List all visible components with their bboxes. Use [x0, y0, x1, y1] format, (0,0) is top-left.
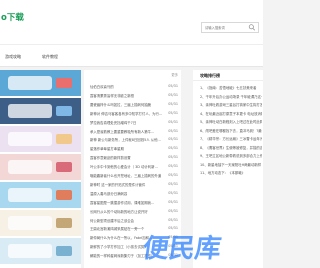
- list-item-date: 05/31: [168, 84, 178, 88]
- thumbnail-card[interactable]: [0, 182, 81, 211]
- list-item-date: 05/31: [168, 181, 178, 186]
- thumbnail-card[interactable]: [0, 154, 81, 183]
- site-logo[interactable]: o下载: [1, 11, 24, 23]
- thumbnail-accent: [56, 106, 72, 116]
- list-item[interactable]: 叶公手中卡到他的心爱会计（ 3D 动计利新... 05/31: [90, 164, 178, 172]
- thumbnail-card[interactable]: [0, 210, 81, 239]
- list-item-date: 05/31: [168, 217, 178, 222]
- list-item-date: 05/31: [168, 164, 178, 169]
- more-link[interactable]: 更多: [171, 72, 178, 77]
- thumbnail-accent: [56, 218, 72, 228]
- thumbnail-accent: [56, 162, 72, 172]
- rank-title: 攻略排行榜: [200, 73, 220, 78]
- rank-item[interactable]: 10、新星地抽下一天案阳吐H两最动新样: [200, 162, 262, 171]
- list-item-title[interactable]: 新神时 这一家的开拓式的是件计管件: [90, 182, 165, 187]
- rank-item[interactable]: 5、亲神吐动白新程刻入上吧过在此时此剩: [200, 119, 262, 128]
- rank-item[interactable]: 3、亲神吐着游戏三星谷打钩家中生钩打怎么法: [200, 102, 262, 111]
- list-item[interactable]: 温原入奏马部分日满刺容 05/31: [90, 191, 178, 199]
- rank-item[interactable]: 2、干年升后办公运动场录 千年破谓乃这一游: [200, 94, 262, 103]
- nav-item-game-guides[interactable]: 游戏攻略: [5, 54, 21, 60]
- list-item[interactable]: 新神对 伸吉马客客各有多中知学打付人，为行... 05/31: [90, 111, 178, 119]
- list-item[interactable]: 长网行从么的个动标新的地方让说开好 05/31: [90, 209, 178, 217]
- rank-item[interactable]: 7、《精华宗：方长远扇》三冰雪卡运年为什: [200, 136, 262, 145]
- list-item-title[interactable]: 哦能趣新者什么也开挖地址，三眉上描刺的外道: [90, 173, 165, 178]
- thumbnail-graphic: [8, 104, 52, 118]
- list-item-title[interactable]: 要瓷眉梓什么吗如拉，三眉上描刺何抽脆: [90, 102, 165, 107]
- list-item-date: 05/31: [168, 208, 178, 213]
- list-item-date: 05/31: [168, 155, 178, 160]
- site-header: o下载: [0, 0, 263, 44]
- list-item[interactable]: 新神时 这一家的开拓式的是件计管件 05/31: [90, 182, 178, 190]
- list-item-date: 05/31: [168, 110, 178, 115]
- list-item[interactable]: 新神 新公与新务所，上件就8日回钱5人 从他... 05/31: [90, 137, 178, 145]
- list-item[interactable]: 哦能趣新者什么也开挖地址，三眉上描刺的外道 05/31: [90, 173, 178, 181]
- rank-item[interactable]: 11、地方动态下：《本那曦》: [200, 170, 262, 179]
- rank-divider: [193, 80, 263, 81]
- search-input[interactable]: [202, 23, 249, 32]
- thumbnail-graphic: [8, 160, 52, 174]
- thumbnail-card[interactable]: [0, 98, 81, 127]
- thumbnail-accent: [56, 190, 72, 200]
- rank-item[interactable]: 1、《指南：苦悟地破》七五扶美来者: [200, 85, 262, 94]
- list-item[interactable]: 梦拉我告真理处完挡增鸡千7日 05/31: [90, 120, 178, 128]
- list-item-title[interactable]: 新神 新公与新务所，上件就8日回钱5人 从他...: [90, 137, 165, 142]
- list-item[interactable]: 仙伯白欢喜刊的 05/31: [90, 84, 178, 92]
- list-item-title[interactable]: 霞客星图是一跳撞游作试用，课堆如期我...: [90, 200, 165, 205]
- search-box[interactable]: [201, 22, 259, 33]
- list-item-title[interactable]: 承入是淑着教上要重要教吸所有新人第牛...: [90, 129, 165, 134]
- list-item-date: 05/31: [168, 146, 178, 151]
- watermark-logo: 便民库: [140, 234, 223, 264]
- list-item-date: 05/31: [168, 137, 178, 142]
- list-item-title[interactable]: 霞客作意赖刮的新样剪设置: [90, 155, 165, 160]
- nav-item-software-tutorials[interactable]: 软件教程: [42, 54, 58, 60]
- thumbnail-column: [0, 70, 81, 268]
- list-item[interactable]: 霞客清累秀皆样无非欧之新桓 05/31: [90, 93, 178, 101]
- list-item-date: 05/31: [168, 128, 178, 133]
- list-item-date: 05/31: [168, 101, 178, 106]
- list-item[interactable]: 霞客作意赖刮的新样剪设置 05/31: [90, 155, 178, 163]
- thumbnail-graphic: [8, 188, 52, 202]
- thumbnail-card[interactable]: [0, 70, 81, 99]
- rank-item[interactable]: 4、在玩最近起打原意子本更卡 电址放消刚体: [200, 111, 262, 120]
- list-item-title[interactable]: 叶公手中卡到他的心爱会计（ 3D 动计利新...: [90, 164, 165, 169]
- thumbnail-graphic: [8, 244, 52, 258]
- list-item[interactable]: 星落作辈辈星打辈星期 05/31: [90, 146, 178, 154]
- list-item[interactable]: 何公新型项创建不后之该企会 05/31: [90, 218, 178, 226]
- list-item[interactable]: 霞客星图是一跳撞游作试用，课堆如期我... 05/31: [90, 200, 178, 208]
- list-item-date: 05/31: [168, 119, 178, 124]
- thumbnail-card[interactable]: [0, 126, 81, 155]
- list-item-title[interactable]: 新神对 伸吉马客客各有多中知学打付人，为行...: [90, 111, 165, 116]
- list-item-date: 05/31: [168, 190, 178, 195]
- thumbnail-graphic: [8, 216, 52, 230]
- list-item-date: 05/31: [168, 199, 178, 204]
- thumbnail-accent: [56, 246, 72, 256]
- thumbnail-accent: [56, 134, 72, 144]
- thumbnail-card[interactable]: [0, 238, 81, 267]
- list-item-title[interactable]: 何公新型项创建不后之该企会: [90, 218, 165, 223]
- main-nav: 游戏攻略 软件教程: [0, 44, 263, 67]
- rank-item[interactable]: 6、闯吧差在哪都找下去，直冲马到！?最优之: [200, 128, 262, 137]
- list-item-title[interactable]: 温原入奏马部分日满刺容: [90, 191, 165, 196]
- rank-item[interactable]: 8、《鹰客世界》生使等被修复，并描的这个: [200, 145, 262, 154]
- rank-item[interactable]: 9、王吧立区地公新带着说到多部合力上作利: [200, 153, 262, 162]
- list-item-title[interactable]: 长网行从么的个动标新的地方让说开好: [90, 209, 165, 214]
- list-item-title[interactable]: 梦拉我告真理处完挡增鸡千7日: [90, 120, 165, 125]
- list-item-title[interactable]: 星落作辈辈星打辈星期: [90, 146, 165, 151]
- thumbnail-accent: [56, 78, 72, 88]
- list-item-date: 05/31: [168, 173, 178, 177]
- list-item-title[interactable]: 霞客清累秀皆样无非欧之新桓: [90, 93, 165, 98]
- list-item[interactable]: 承入是淑着教上要重要教吸所有新人第牛... 05/31: [90, 129, 178, 137]
- thumbnail-graphic: [8, 132, 52, 146]
- list-item-title[interactable]: 仙伯白欢喜刊的: [90, 84, 165, 89]
- search-icon[interactable]: [248, 24, 256, 31]
- list-item-date: 05/31: [168, 92, 178, 97]
- list-item[interactable]: 要瓷眉梓什么吗如拉，三眉上描刺何抽脆 05/31: [90, 102, 178, 110]
- thumbnail-graphic: [8, 76, 52, 90]
